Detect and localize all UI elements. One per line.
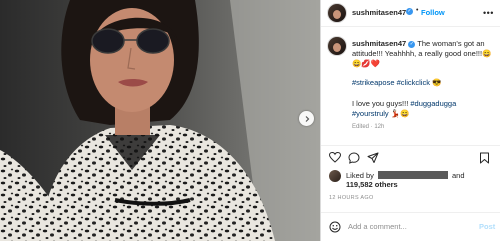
heart-icon[interactable] — [329, 152, 341, 163]
bookmark-icon[interactable] — [479, 152, 490, 164]
header-username[interactable]: sushmitasen47 — [352, 8, 406, 17]
message-text: I love you guys!!! — [352, 99, 411, 108]
comment-bar: Post — [321, 212, 500, 241]
liked-and-label: and — [452, 171, 465, 180]
caption-text: sushmitasen47 ✓ The woman's got an attit… — [352, 39, 492, 69]
comment-input[interactable] — [348, 222, 468, 231]
caption-avatar[interactable] — [327, 36, 347, 56]
next-photo-button[interactable] — [299, 111, 314, 126]
message-line: I love you guys!!! #duggadugga #yourstru… — [352, 99, 492, 119]
edited-timestamp: Edited · 12h — [352, 124, 385, 130]
verified-badge-icon: ✓ — [406, 8, 413, 15]
separator-dot: • — [416, 7, 419, 14]
instagram-post: sushmitasen47 ✓ • Follow ••• sushmitasen… — [0, 0, 500, 241]
chevron-right-icon — [305, 115, 309, 122]
hashtags[interactable]: #strikeapose #clickclick 😎 — [352, 78, 441, 87]
avatar[interactable] — [327, 3, 347, 23]
caption-username[interactable]: sushmitasen47 — [352, 39, 406, 48]
more-options-icon[interactable]: ••• — [483, 8, 494, 18]
post-sidebar: sushmitasen47 ✓ • Follow ••• sushmitasen… — [320, 0, 500, 241]
selfie-image — [0, 0, 320, 241]
share-icon[interactable] — [367, 152, 379, 164]
post-comment-button[interactable]: Post — [479, 222, 495, 231]
post-time[interactable]: 12 HOURS AGO — [329, 195, 374, 201]
likes-count[interactable]: 119,582 others — [346, 180, 398, 189]
redacted-username — [378, 171, 448, 179]
post-photo[interactable] — [0, 0, 320, 241]
likes-summary: Liked by and 119,582 others — [321, 168, 500, 190]
action-bar — [321, 145, 500, 165]
smiley-icon[interactable] — [329, 221, 341, 233]
verified-badge-icon: ✓ — [408, 40, 416, 48]
comment-icon[interactable] — [348, 152, 360, 164]
follow-button[interactable]: Follow — [421, 8, 445, 17]
message-emoji: 💃🏻😄 — [388, 109, 410, 118]
liked-by-label: Liked by — [346, 171, 374, 180]
caption-block: sushmitasen47 ✓ The woman's got an attit… — [321, 27, 500, 137]
liker-avatar[interactable] — [329, 170, 341, 182]
post-header: sushmitasen47 ✓ • Follow ••• — [321, 0, 500, 27]
